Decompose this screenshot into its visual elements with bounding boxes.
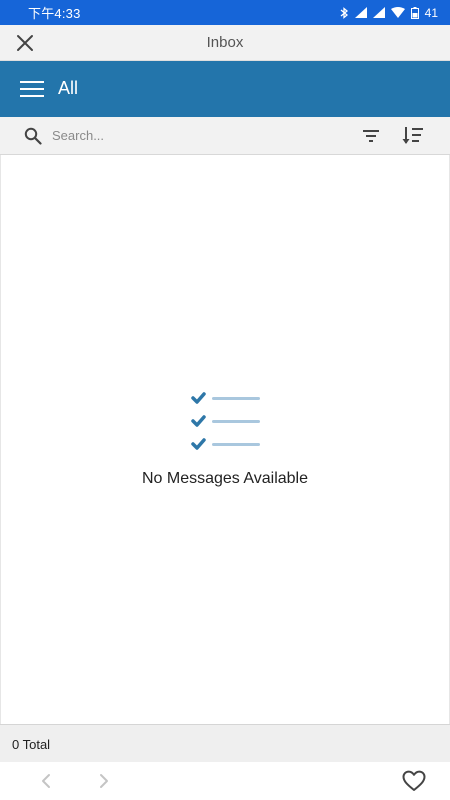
back-icon[interactable] [38, 772, 54, 790]
checklist-icon [191, 392, 260, 450]
battery-icon [410, 6, 419, 19]
menu-icon[interactable] [20, 80, 44, 98]
battery-level: 41 [424, 5, 438, 20]
bluetooth-icon [340, 6, 348, 19]
status-bar: 下午4:33 41 [0, 0, 450, 25]
status-time: 下午4:33 [28, 6, 81, 21]
heart-icon[interactable] [402, 770, 426, 792]
total-count: 0 Total [12, 737, 51, 752]
forward-icon[interactable] [96, 772, 112, 790]
search-input[interactable] [50, 123, 344, 147]
folder-header: All [0, 61, 450, 117]
status-icons: 41 [339, 6, 438, 20]
search-bar [0, 117, 450, 155]
page-title: Inbox [206, 34, 244, 51]
sort-icon[interactable] [402, 126, 424, 146]
filter-icon[interactable] [362, 128, 380, 144]
signal-icon [372, 7, 385, 18]
wifi-icon [390, 7, 405, 18]
empty-state-message: No Messages Available [141, 470, 309, 487]
folder-title[interactable]: All [58, 78, 78, 99]
signal-icon [354, 7, 367, 18]
bottom-nav [0, 762, 450, 800]
search-icon [24, 127, 42, 145]
title-bar: Inbox [0, 25, 450, 61]
total-footer: 0 Total [0, 724, 450, 762]
message-list: No Messages Available [0, 155, 450, 724]
inbox-screen: 下午4:33 41 Inbox All Search... No Message… [0, 0, 450, 800]
